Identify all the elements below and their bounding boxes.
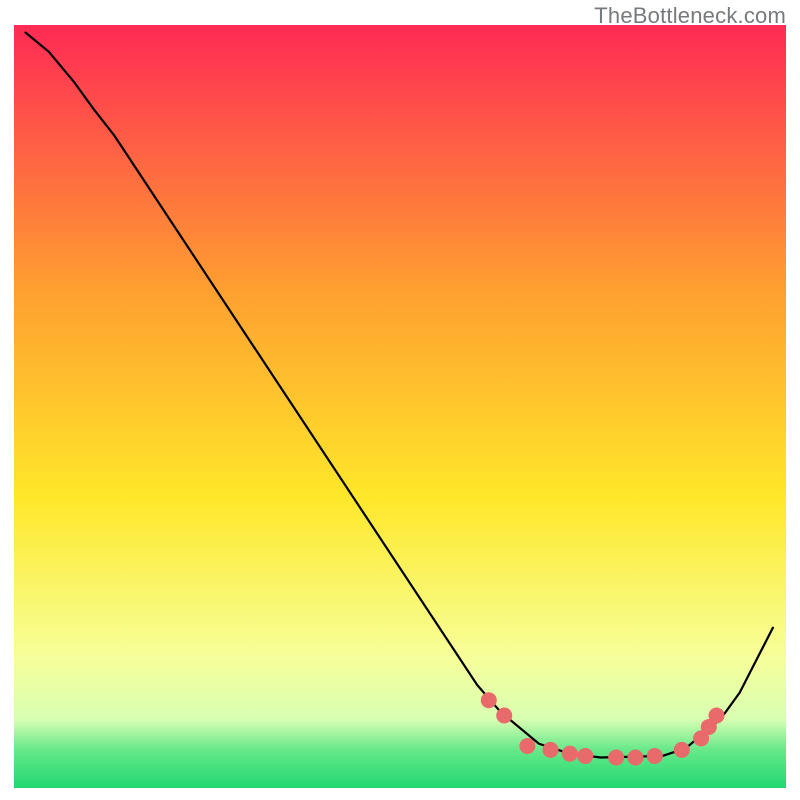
highlight-dot xyxy=(562,746,578,762)
highlight-dot xyxy=(674,742,690,758)
highlight-dot xyxy=(577,748,593,764)
highlight-dot xyxy=(608,749,624,765)
highlight-dot xyxy=(627,749,643,765)
highlight-dot xyxy=(709,708,725,724)
highlight-dot xyxy=(496,708,512,724)
chart-svg xyxy=(0,0,800,800)
bottleneck-chart: TheBottleneck.com xyxy=(0,0,800,800)
highlight-dot xyxy=(647,748,663,764)
gradient-background xyxy=(14,25,786,788)
watermark-label: TheBottleneck.com xyxy=(594,3,786,29)
highlight-dot xyxy=(543,742,559,758)
highlight-dot xyxy=(519,738,535,754)
highlight-dot xyxy=(481,692,497,708)
